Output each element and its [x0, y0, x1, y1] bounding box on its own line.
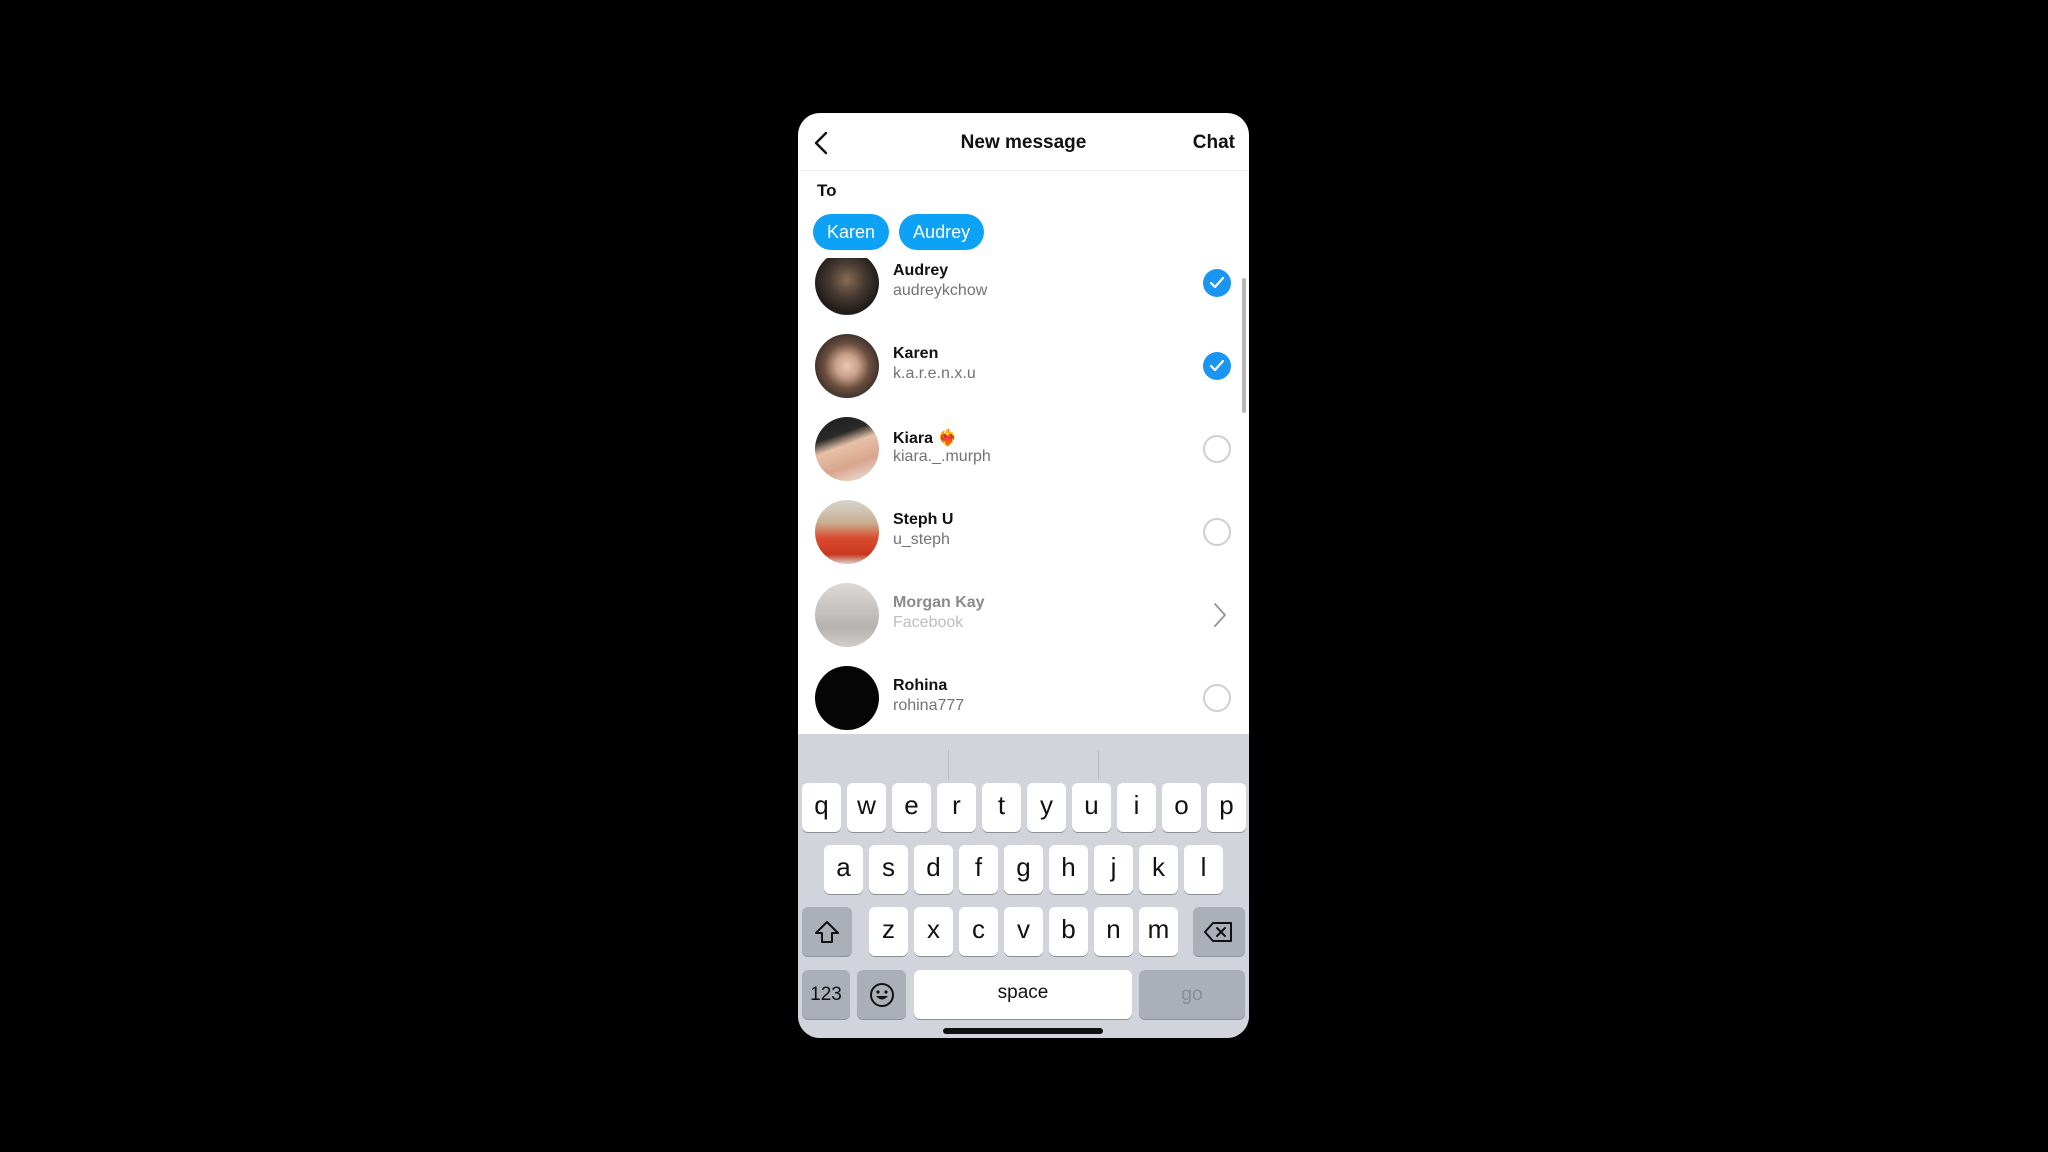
avatar: [815, 258, 879, 315]
contact-row[interactable]: Kiara ❤️‍🔥 kiara._.murph: [798, 408, 1249, 491]
avatar: [815, 334, 879, 398]
key-j[interactable]: j: [1094, 845, 1133, 894]
avatar: [815, 583, 879, 647]
key-s[interactable]: s: [869, 845, 908, 894]
recipient-chip[interactable]: Karen: [813, 214, 890, 250]
contact-name: Steph U: [893, 511, 954, 528]
contact-row[interactable]: Rohina rohina777: [798, 657, 1249, 740]
suggestion-divider: [948, 750, 949, 780]
key-f[interactable]: f: [959, 845, 998, 894]
space-key[interactable]: space: [914, 970, 1132, 1019]
select-checkbox[interactable]: [1203, 518, 1231, 546]
contact-row[interactable]: Steph U u_steph: [798, 491, 1249, 574]
key-r[interactable]: r: [937, 783, 976, 832]
phone-screen: New message Chat To Karen Audrey Audrey …: [798, 113, 1249, 1038]
key-i[interactable]: i: [1117, 783, 1156, 832]
key-g[interactable]: g: [1004, 845, 1043, 894]
checkmark-icon: [1209, 359, 1225, 372]
selected-checkbox[interactable]: [1203, 269, 1231, 297]
avatar: [815, 500, 879, 564]
contact-row[interactable]: Morgan Kay Facebook: [798, 574, 1249, 657]
shift-icon: [815, 921, 839, 943]
backspace-icon: [1204, 922, 1232, 942]
key-c[interactable]: c: [959, 907, 998, 956]
contact-name: Kiara ❤️‍🔥: [893, 430, 958, 447]
contact-name: Rohina: [893, 677, 948, 694]
key-o[interactable]: o: [1162, 783, 1201, 832]
key-a[interactable]: a: [824, 845, 863, 894]
emoji-icon: [869, 983, 894, 1007]
open-contact-button[interactable]: [1213, 602, 1227, 633]
contact-handle: u_steph: [893, 531, 950, 548]
checkmark-icon: [1209, 276, 1225, 289]
key-v[interactable]: v: [1004, 907, 1043, 956]
key-p[interactable]: p: [1207, 783, 1246, 832]
emoji-key[interactable]: [857, 970, 906, 1019]
contact-name: Karen: [893, 345, 939, 362]
select-checkbox[interactable]: [1203, 435, 1231, 463]
page-title: New message: [960, 132, 1087, 153]
avatar: [815, 666, 879, 730]
scrollbar[interactable]: [1242, 278, 1246, 413]
key-m[interactable]: m: [1139, 907, 1178, 956]
key-e[interactable]: e: [892, 783, 931, 832]
contact-handle: Facebook: [893, 614, 964, 631]
key-y[interactable]: y: [1027, 783, 1066, 832]
key-u[interactable]: u: [1072, 783, 1111, 832]
contact-handle: kiara._.murph: [893, 448, 991, 465]
shift-key[interactable]: [802, 907, 852, 956]
contact-row[interactable]: Audrey audreykchow: [798, 258, 1249, 325]
suggestion-bar: [798, 734, 1249, 784]
key-w[interactable]: w: [847, 783, 886, 832]
key-l[interactable]: l: [1184, 845, 1223, 894]
contact-name: Audrey: [893, 262, 949, 279]
recipient-chips: Karen Audrey: [813, 214, 985, 250]
to-label: To: [817, 181, 837, 200]
recipient-chip[interactable]: Audrey: [899, 214, 985, 250]
go-key[interactable]: go: [1139, 970, 1245, 1019]
contact-handle: k.a.r.e.n.x.u: [893, 365, 976, 382]
numbers-key[interactable]: 123: [802, 970, 850, 1019]
home-indicator[interactable]: [943, 1028, 1103, 1034]
avatar: [815, 417, 879, 481]
suggestion-divider: [1098, 750, 1099, 780]
contact-handle: audreykchow: [893, 282, 988, 299]
key-b[interactable]: b: [1049, 907, 1088, 956]
contact-name: Morgan Kay: [893, 594, 985, 611]
keyboard: qwertyuiop asdfghjkl zxcvbnm 123 space g…: [798, 734, 1249, 1038]
selected-checkbox[interactable]: [1203, 352, 1231, 380]
chevron-right-icon: [1214, 603, 1226, 627]
contact-row[interactable]: Karen k.a.r.e.n.x.u: [798, 325, 1249, 408]
chat-button[interactable]: Chat: [1193, 132, 1235, 154]
key-t[interactable]: t: [982, 783, 1021, 832]
select-checkbox[interactable]: [1203, 684, 1231, 712]
key-n[interactable]: n: [1094, 907, 1133, 956]
key-d[interactable]: d: [914, 845, 953, 894]
key-k[interactable]: k: [1139, 845, 1178, 894]
key-q[interactable]: q: [802, 783, 841, 832]
key-x[interactable]: x: [914, 907, 953, 956]
key-h[interactable]: h: [1049, 845, 1088, 894]
key-z[interactable]: z: [869, 907, 908, 956]
header: New message Chat: [798, 113, 1249, 171]
contact-handle: rohina777: [893, 697, 965, 714]
delete-key[interactable]: [1193, 907, 1245, 956]
